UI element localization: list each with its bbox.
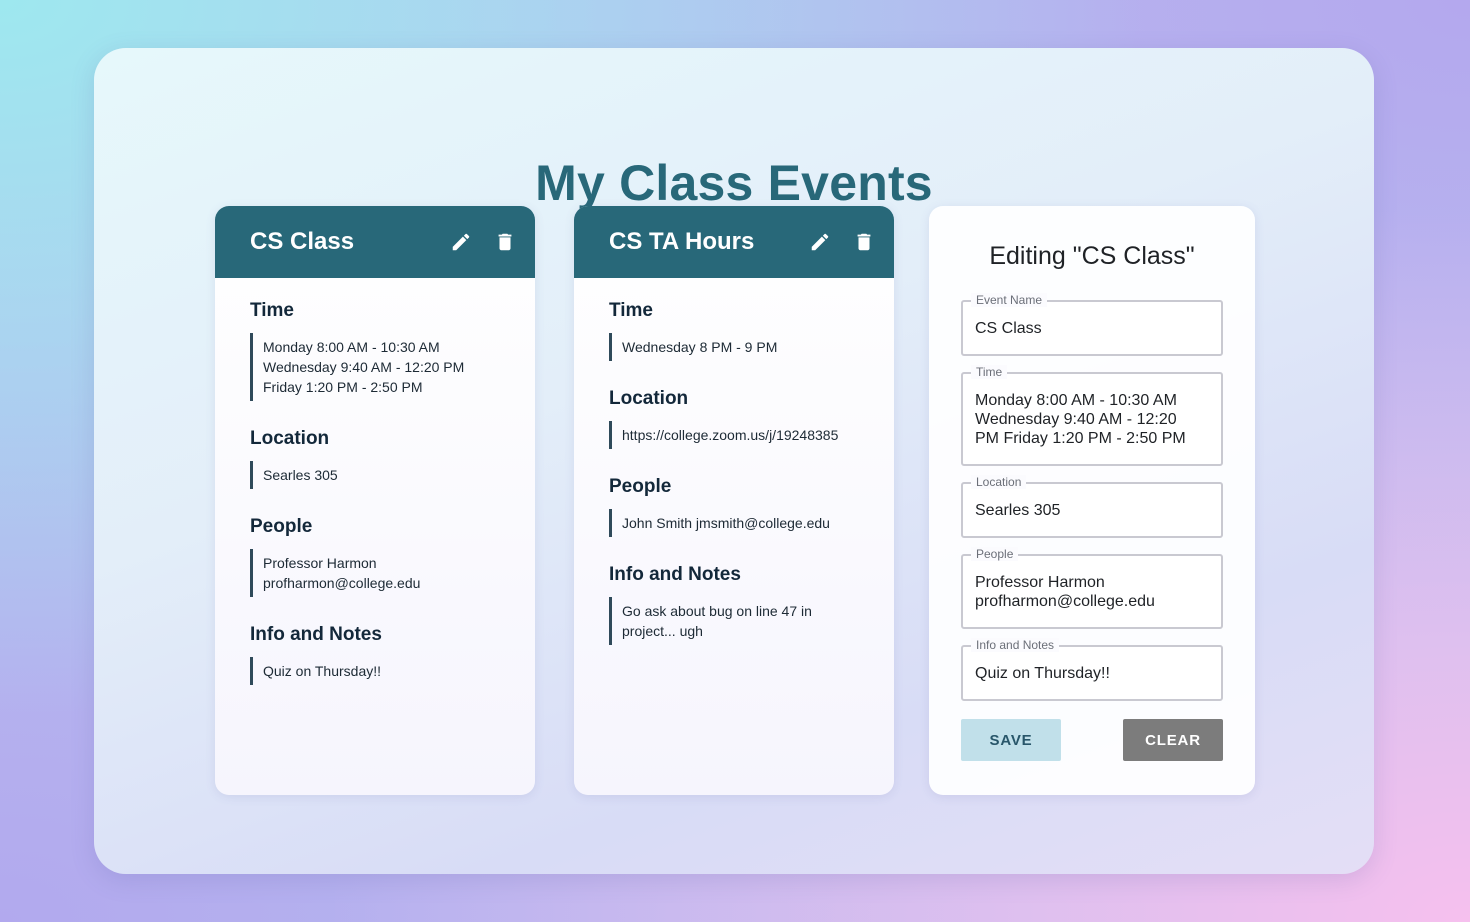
field-line: Quiz on Thursday!!	[975, 665, 1110, 682]
people-field[interactable]: People Professor Harmon profharmon@colle…	[961, 547, 1223, 629]
time-value[interactable]: Monday 8:00 AM - 10:30 AM Wednesday 9:40…	[975, 391, 1211, 448]
event-card-cs-ta-hours: CS TA Hours Time Wednesday 8 PM - 9 PM L…	[574, 206, 894, 795]
field-line: profharmon@college.edu	[975, 593, 1155, 610]
time-line: Monday 8:00 AM - 10:30 AM	[263, 339, 440, 355]
info-notes-field[interactable]: Info and Notes Quiz on Thursday!!	[961, 638, 1223, 701]
event-name-field[interactable]: Event Name CS Class	[961, 293, 1223, 356]
section-value-time: Wednesday 8 PM - 9 PM	[609, 333, 859, 361]
clear-button[interactable]: CLEAR	[1123, 719, 1223, 761]
field-line: Searles 305	[975, 502, 1061, 519]
section-value-location: https://college.zoom.us/j/19248385	[609, 421, 859, 449]
field-line: Professor Harmon	[975, 574, 1105, 591]
info-notes-value[interactable]: Quiz on Thursday!!	[975, 664, 1211, 683]
section-value-notes: Quiz on Thursday!!	[250, 657, 500, 685]
event-card-cs-class: CS Class Time Monday 8:00 AM - 10:30 AM …	[215, 206, 535, 795]
people-line: John Smith jmsmith@college.edu	[622, 515, 830, 531]
card-header: CS TA Hours	[574, 206, 894, 278]
event-name-value[interactable]: CS Class	[975, 319, 1211, 338]
section-title-location: Location	[609, 388, 689, 409]
field-label: Time	[971, 365, 1008, 379]
field-line: PM Friday 1:20 PM - 2:50 PM	[975, 430, 1186, 447]
time-line: Wednesday 8 PM - 9 PM	[622, 339, 778, 355]
location-line: Searles 305	[263, 467, 338, 483]
section-title-time: Time	[609, 300, 654, 321]
card-title: CS Class	[250, 228, 355, 255]
people-line: profharmon@college.edu	[263, 575, 421, 591]
editor-title: Editing "CS Class"	[989, 242, 1195, 270]
section-title-notes: Info and Notes	[609, 564, 741, 585]
location-line: https://college.zoom.us/j/19248385	[622, 427, 839, 443]
section-value-notes: Go ask about bug on line 47 in project..…	[609, 597, 859, 645]
card-title: CS TA Hours	[609, 228, 755, 255]
page-title: My Class Events	[535, 155, 933, 211]
pencil-icon[interactable]	[809, 231, 831, 253]
notes-line: project... ugh	[622, 623, 703, 639]
section-value-people: Professor Harmon profharmon@college.edu	[250, 549, 500, 597]
edit-form: Editing "CS Class" Event Name CS Class T…	[929, 206, 1255, 795]
people-value[interactable]: Professor Harmon profharmon@college.edu	[975, 573, 1211, 611]
field-label: Location	[971, 475, 1027, 489]
section-title-time: Time	[250, 300, 295, 321]
trash-icon[interactable]	[494, 231, 516, 253]
section-value-time: Monday 8:00 AM - 10:30 AM Wednesday 9:40…	[250, 333, 500, 401]
card-body: Time Monday 8:00 AM - 10:30 AM Wednesday…	[215, 278, 535, 685]
time-line: Friday 1:20 PM - 2:50 PM	[263, 379, 423, 395]
section-title-notes: Info and Notes	[250, 624, 382, 645]
field-label: Info and Notes	[971, 638, 1060, 652]
field-line: Monday 8:00 AM - 10:30 AM	[975, 392, 1177, 409]
section-title-people: People	[609, 476, 672, 497]
save-button[interactable]: SAVE	[961, 719, 1061, 761]
section-value-people: John Smith jmsmith@college.edu	[609, 509, 859, 537]
trash-icon[interactable]	[853, 231, 875, 253]
notes-line: Go ask about bug on line 47 in	[622, 603, 812, 619]
notes-line: Quiz on Thursday!!	[263, 663, 382, 679]
location-value[interactable]: Searles 305	[975, 501, 1211, 520]
section-value-location: Searles 305	[250, 461, 500, 489]
time-field[interactable]: Time Monday 8:00 AM - 10:30 AM Wednesday…	[961, 365, 1223, 466]
field-label: People	[971, 547, 1019, 561]
field-line: Wednesday 9:40 AM - 12:20	[975, 411, 1177, 428]
field-label: Event Name	[971, 293, 1048, 307]
location-field[interactable]: Location Searles 305	[961, 475, 1223, 538]
section-title-people: People	[250, 516, 313, 537]
pencil-icon[interactable]	[450, 231, 472, 253]
field-line: CS Class	[975, 320, 1042, 337]
time-line: Wednesday 9:40 AM - 12:20 PM	[263, 359, 465, 375]
people-line: Professor Harmon	[263, 555, 377, 571]
section-title-location: Location	[250, 428, 330, 449]
card-header: CS Class	[215, 206, 535, 278]
card-body: Time Wednesday 8 PM - 9 PM Location http…	[574, 278, 894, 645]
